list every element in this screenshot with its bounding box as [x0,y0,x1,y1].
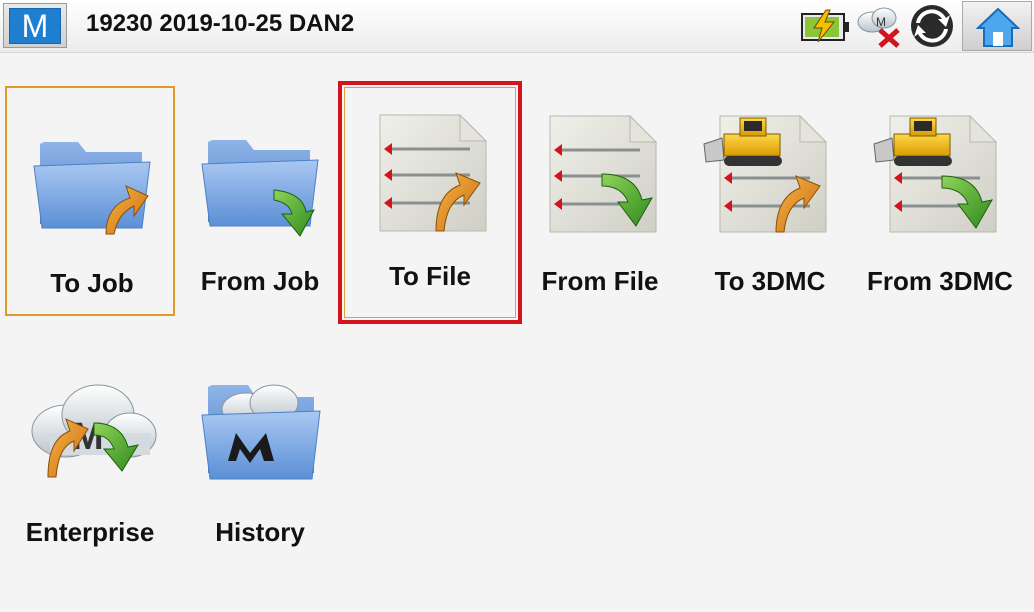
svg-text:M: M [876,15,886,29]
home-button[interactable] [962,1,1032,51]
file-download-icon [549,114,658,233]
folder-history-icon [201,384,321,480]
from-file-tile[interactable]: From File [515,86,685,316]
tile-label: History [215,517,305,547]
tile-label: From 3DMC [867,266,1013,296]
machine-control-download-icon [873,114,998,233]
home-icon [976,7,1020,47]
cloud-sync-icon: M [31,384,157,478]
enterprise-tile[interactable]: M Enterprise [5,335,175,565]
cloud-disconnected-icon[interactable]: M [854,4,906,50]
from-job-tile[interactable]: From Job [175,86,345,316]
to-job-tile[interactable]: To Job [5,86,175,316]
top-bar: M 19230 2019-10-25 DAN2 M [0,0,1034,53]
app-logo-icon: M [9,8,61,44]
sync-icon[interactable] [908,3,956,49]
folder-upload-icon [33,142,151,235]
machine-control-upload-icon [703,114,828,233]
file-upload-icon [379,113,488,232]
folder-download-icon [201,140,319,237]
page-title: 19230 2019-10-25 DAN2 [86,10,355,37]
svg-text:M: M [22,8,49,44]
battery-charging-icon[interactable] [800,8,852,44]
history-tile[interactable]: History [175,335,345,565]
from-3dmc-tile[interactable]: From 3DMC [855,86,1025,316]
to-3dmc-tile[interactable]: To 3DMC [685,86,855,316]
app-menu-button[interactable]: M [3,3,67,48]
